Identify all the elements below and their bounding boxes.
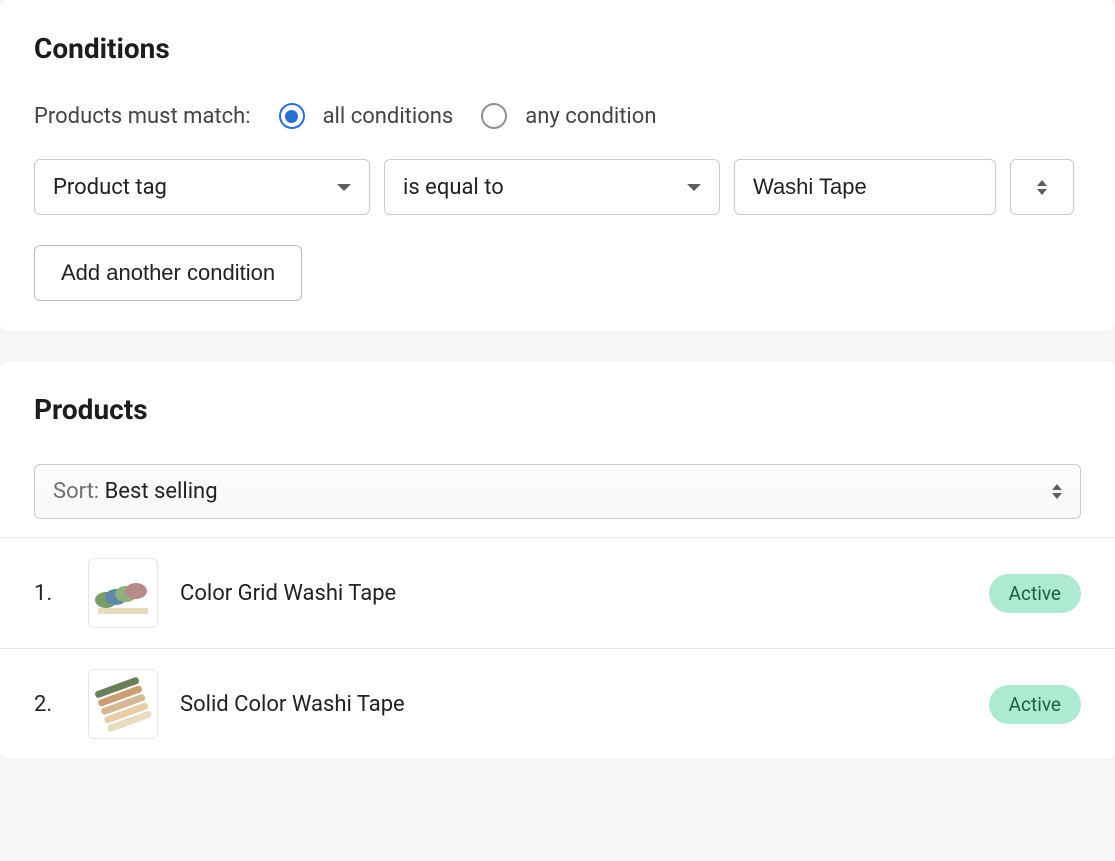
match-row: Products must match: all conditions any … — [34, 103, 1081, 129]
product-row[interactable]: 1. Color Grid Washi Tape Active — [0, 537, 1115, 648]
radio-any-label: any condition — [525, 104, 656, 129]
product-name: Solid Color Washi Tape — [180, 692, 989, 717]
products-title: Products — [34, 393, 1081, 426]
condition-row: Product tag is equal to — [34, 159, 1081, 215]
product-index: 2. — [34, 692, 88, 717]
condition-sort-handle[interactable] — [1010, 159, 1074, 215]
condition-value-input[interactable] — [734, 159, 996, 215]
condition-field-select[interactable]: Product tag — [34, 159, 370, 215]
radio-any-condition[interactable]: any condition — [481, 103, 656, 129]
product-thumbnail — [88, 558, 158, 628]
status-badge: Active — [989, 685, 1081, 724]
chevron-down-icon — [337, 184, 351, 191]
product-index: 1. — [34, 581, 88, 606]
sort-text: Sort: Best selling — [53, 479, 218, 504]
condition-operator-select[interactable]: is equal to — [384, 159, 720, 215]
sort-icon — [1052, 484, 1062, 499]
sort-prefix: Sort: — [53, 479, 105, 504]
condition-field-value: Product tag — [53, 175, 167, 200]
condition-operator-value: is equal to — [403, 175, 504, 200]
radio-icon — [279, 103, 305, 129]
match-label: Products must match: — [34, 104, 251, 129]
radio-icon — [481, 103, 507, 129]
condition-value-field[interactable] — [753, 174, 977, 200]
product-name: Color Grid Washi Tape — [180, 581, 989, 606]
product-row[interactable]: 2. Solid Color Washi Tape Active — [0, 648, 1115, 759]
radio-all-label: all conditions — [323, 104, 454, 129]
sort-value: Best selling — [105, 479, 218, 504]
sort-icon — [1037, 180, 1047, 195]
status-badge: Active — [989, 574, 1081, 613]
chevron-down-icon — [687, 184, 701, 191]
add-condition-button[interactable]: Add another condition — [34, 245, 302, 301]
products-sort-select[interactable]: Sort: Best selling — [34, 464, 1081, 519]
radio-all-conditions[interactable]: all conditions — [279, 103, 454, 129]
conditions-title: Conditions — [34, 32, 1081, 65]
product-thumbnail — [88, 669, 158, 739]
